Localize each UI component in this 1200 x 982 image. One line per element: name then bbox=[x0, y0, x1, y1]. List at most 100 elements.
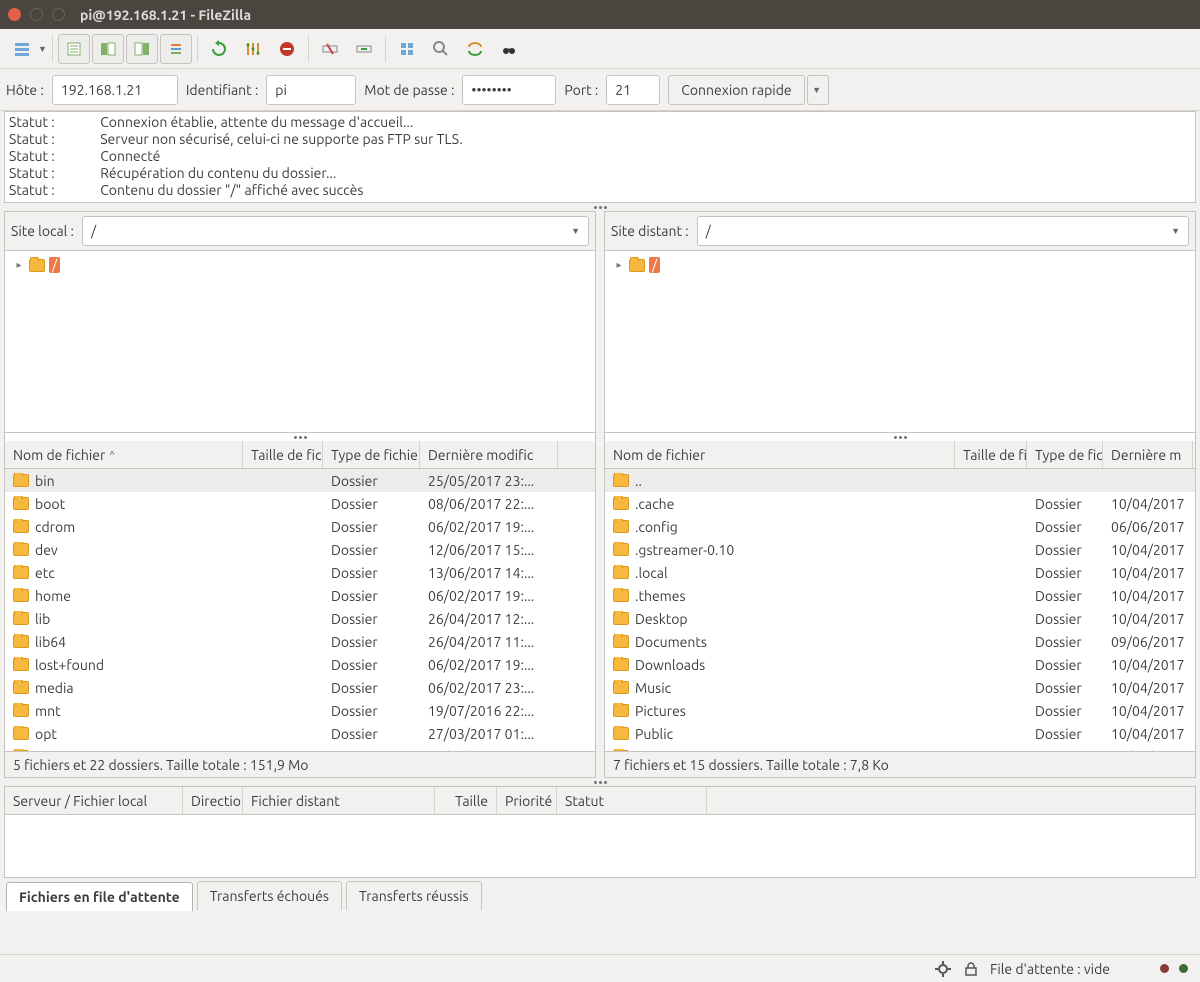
file-row[interactable]: lib64Dossier26/04/2017 11:... bbox=[5, 630, 595, 653]
pass-input[interactable] bbox=[462, 75, 556, 105]
file-row[interactable]: devDossier12/06/2017 15:... bbox=[5, 538, 595, 561]
splitter-remote[interactable] bbox=[605, 433, 1195, 441]
local-path-label: Site local : bbox=[11, 223, 74, 239]
folder-icon bbox=[13, 658, 29, 671]
col-direction[interactable]: Directio bbox=[183, 787, 243, 814]
port-input[interactable] bbox=[606, 75, 660, 105]
compare-button[interactable] bbox=[425, 34, 457, 64]
filter-button[interactable] bbox=[391, 34, 423, 64]
file-row[interactable]: PicturesDossier10/04/2017 bbox=[605, 699, 1195, 722]
tab-failed[interactable]: Transferts échoués bbox=[197, 881, 342, 910]
file-row[interactable]: optDossier27/03/2017 01:... bbox=[5, 722, 595, 745]
tree-row[interactable]: ▸ / bbox=[613, 257, 1187, 273]
expand-icon[interactable]: ▸ bbox=[13, 259, 25, 271]
folder-icon bbox=[13, 750, 29, 751]
window-minimize-button[interactable] bbox=[30, 8, 43, 21]
file-row[interactable]: binDossier25/05/2017 23:... bbox=[5, 469, 595, 492]
col-server[interactable]: Serveur / Fichier local bbox=[5, 787, 183, 814]
file-name: .config bbox=[635, 519, 678, 535]
gear-icon[interactable] bbox=[934, 960, 952, 978]
search-button[interactable] bbox=[493, 34, 525, 64]
queue-tabs: Fichiers en file d'attente Transferts éc… bbox=[0, 878, 1200, 910]
file-row[interactable]: cdromDossier06/02/2017 19:... bbox=[5, 515, 595, 538]
file-row[interactable]: .configDossier06/06/2017 bbox=[605, 515, 1195, 538]
col-type[interactable]: Type de fichie bbox=[323, 441, 420, 468]
file-row[interactable]: DocumentsDossier09/06/2017 bbox=[605, 630, 1195, 653]
col-modified[interactable]: Dernière modific bbox=[420, 441, 558, 468]
file-row[interactable]: .themesDossier10/04/2017 bbox=[605, 584, 1195, 607]
window-close-button[interactable] bbox=[8, 8, 21, 21]
host-input[interactable] bbox=[52, 75, 178, 105]
folder-icon bbox=[613, 612, 629, 625]
chevron-down-icon: ▼ bbox=[571, 226, 580, 236]
file-row[interactable]: PublicDossier10/04/2017 bbox=[605, 722, 1195, 745]
col-priority[interactable]: Priorité bbox=[497, 787, 557, 814]
tab-success[interactable]: Transferts réussis bbox=[346, 881, 482, 910]
folder-icon bbox=[629, 259, 645, 272]
file-row[interactable]: mediaDossier06/02/2017 23:... bbox=[5, 676, 595, 699]
queue-body[interactable] bbox=[5, 815, 1195, 877]
sync-browse-button[interactable] bbox=[459, 34, 491, 64]
remote-list-body[interactable]: ...cacheDossier10/04/2017.configDossier0… bbox=[605, 469, 1195, 751]
folder-icon bbox=[613, 589, 629, 602]
file-row[interactable]: DesktopDossier10/04/2017 bbox=[605, 607, 1195, 630]
site-manager-dropdown-icon[interactable]: ▼ bbox=[38, 44, 47, 54]
file-row[interactable]: DownloadsDossier10/04/2017 bbox=[605, 653, 1195, 676]
quick-connect-button[interactable]: Connexion rapide bbox=[668, 75, 804, 105]
file-row[interactable]: etcDossier13/06/2017 14:... bbox=[5, 561, 595, 584]
toggle-remote-tree-button[interactable] bbox=[126, 34, 158, 64]
tree-row[interactable]: ▸ / bbox=[13, 257, 587, 273]
col-qsize[interactable]: Taille bbox=[435, 787, 497, 814]
window-maximize-button[interactable] bbox=[52, 8, 65, 21]
toggle-queue-button[interactable] bbox=[160, 34, 192, 64]
process-queue-button[interactable] bbox=[237, 34, 269, 64]
indicator-dot-2 bbox=[1179, 964, 1188, 973]
disconnect-button[interactable] bbox=[314, 34, 346, 64]
col-modified[interactable]: Dernière m bbox=[1103, 441, 1193, 468]
user-input[interactable] bbox=[266, 75, 356, 105]
splitter-local[interactable] bbox=[5, 433, 595, 441]
cancel-button[interactable] bbox=[271, 34, 303, 64]
site-manager-button[interactable] bbox=[6, 34, 38, 64]
file-name: Pictures bbox=[635, 703, 686, 719]
reconnect-button[interactable] bbox=[348, 34, 380, 64]
folder-icon bbox=[13, 635, 29, 648]
toggle-local-tree-button[interactable] bbox=[92, 34, 124, 64]
col-size[interactable]: Taille de fi bbox=[955, 441, 1027, 468]
file-row[interactable]: mntDossier19/07/2016 22:... bbox=[5, 699, 595, 722]
col-qstatus[interactable]: Statut bbox=[557, 787, 707, 814]
file-row[interactable]: .localDossier10/04/2017 bbox=[605, 561, 1195, 584]
file-row[interactable]: libDossier26/04/2017 12:... bbox=[5, 607, 595, 630]
toggle-log-button[interactable] bbox=[58, 34, 90, 64]
expand-icon[interactable]: ▸ bbox=[613, 259, 625, 271]
tree-node-label: / bbox=[649, 257, 660, 273]
file-row[interactable]: .cacheDossier10/04/2017 bbox=[605, 492, 1195, 515]
message-log[interactable]: Statut : Connexion établie, attente du m… bbox=[4, 111, 1196, 203]
file-row[interactable]: .gstreamer-0.10Dossier10/04/2017 bbox=[605, 538, 1195, 561]
remote-path-combo[interactable]: / ▼ bbox=[697, 216, 1189, 246]
remote-tree[interactable]: ▸ / bbox=[605, 251, 1195, 433]
folder-icon bbox=[613, 658, 629, 671]
col-name[interactable]: Nom de fichier^ bbox=[5, 441, 243, 468]
folder-icon bbox=[13, 589, 29, 602]
refresh-button[interactable] bbox=[203, 34, 235, 64]
file-row[interactable]: MusicDossier10/04/2017 bbox=[605, 676, 1195, 699]
col-remotefile[interactable]: Fichier distant bbox=[243, 787, 435, 814]
file-name: mnt bbox=[35, 703, 61, 719]
local-list-header: Nom de fichier^ Taille de fic Type de fi… bbox=[5, 441, 595, 469]
quick-connect-dropdown[interactable]: ▼ bbox=[807, 75, 829, 105]
file-row[interactable]: lost+foundDossier06/02/2017 19:... bbox=[5, 653, 595, 676]
file-row[interactable]: homeDossier06/02/2017 19:... bbox=[5, 584, 595, 607]
col-type[interactable]: Type de fic bbox=[1027, 441, 1103, 468]
file-row[interactable]: .. bbox=[605, 469, 1195, 492]
local-list-body[interactable]: binDossier25/05/2017 23:...bootDossier08… bbox=[5, 469, 595, 751]
splitter-log[interactable] bbox=[0, 203, 1200, 211]
local-tree[interactable]: ▸ / bbox=[5, 251, 595, 433]
splitter-queue[interactable] bbox=[0, 778, 1200, 786]
col-name[interactable]: Nom de fichier bbox=[605, 441, 955, 468]
col-size[interactable]: Taille de fic bbox=[243, 441, 323, 468]
lock-icon[interactable] bbox=[962, 960, 980, 978]
file-row[interactable]: bootDossier08/06/2017 22:... bbox=[5, 492, 595, 515]
tab-queued[interactable]: Fichiers en file d'attente bbox=[6, 882, 193, 911]
local-path-combo[interactable]: / ▼ bbox=[82, 216, 589, 246]
